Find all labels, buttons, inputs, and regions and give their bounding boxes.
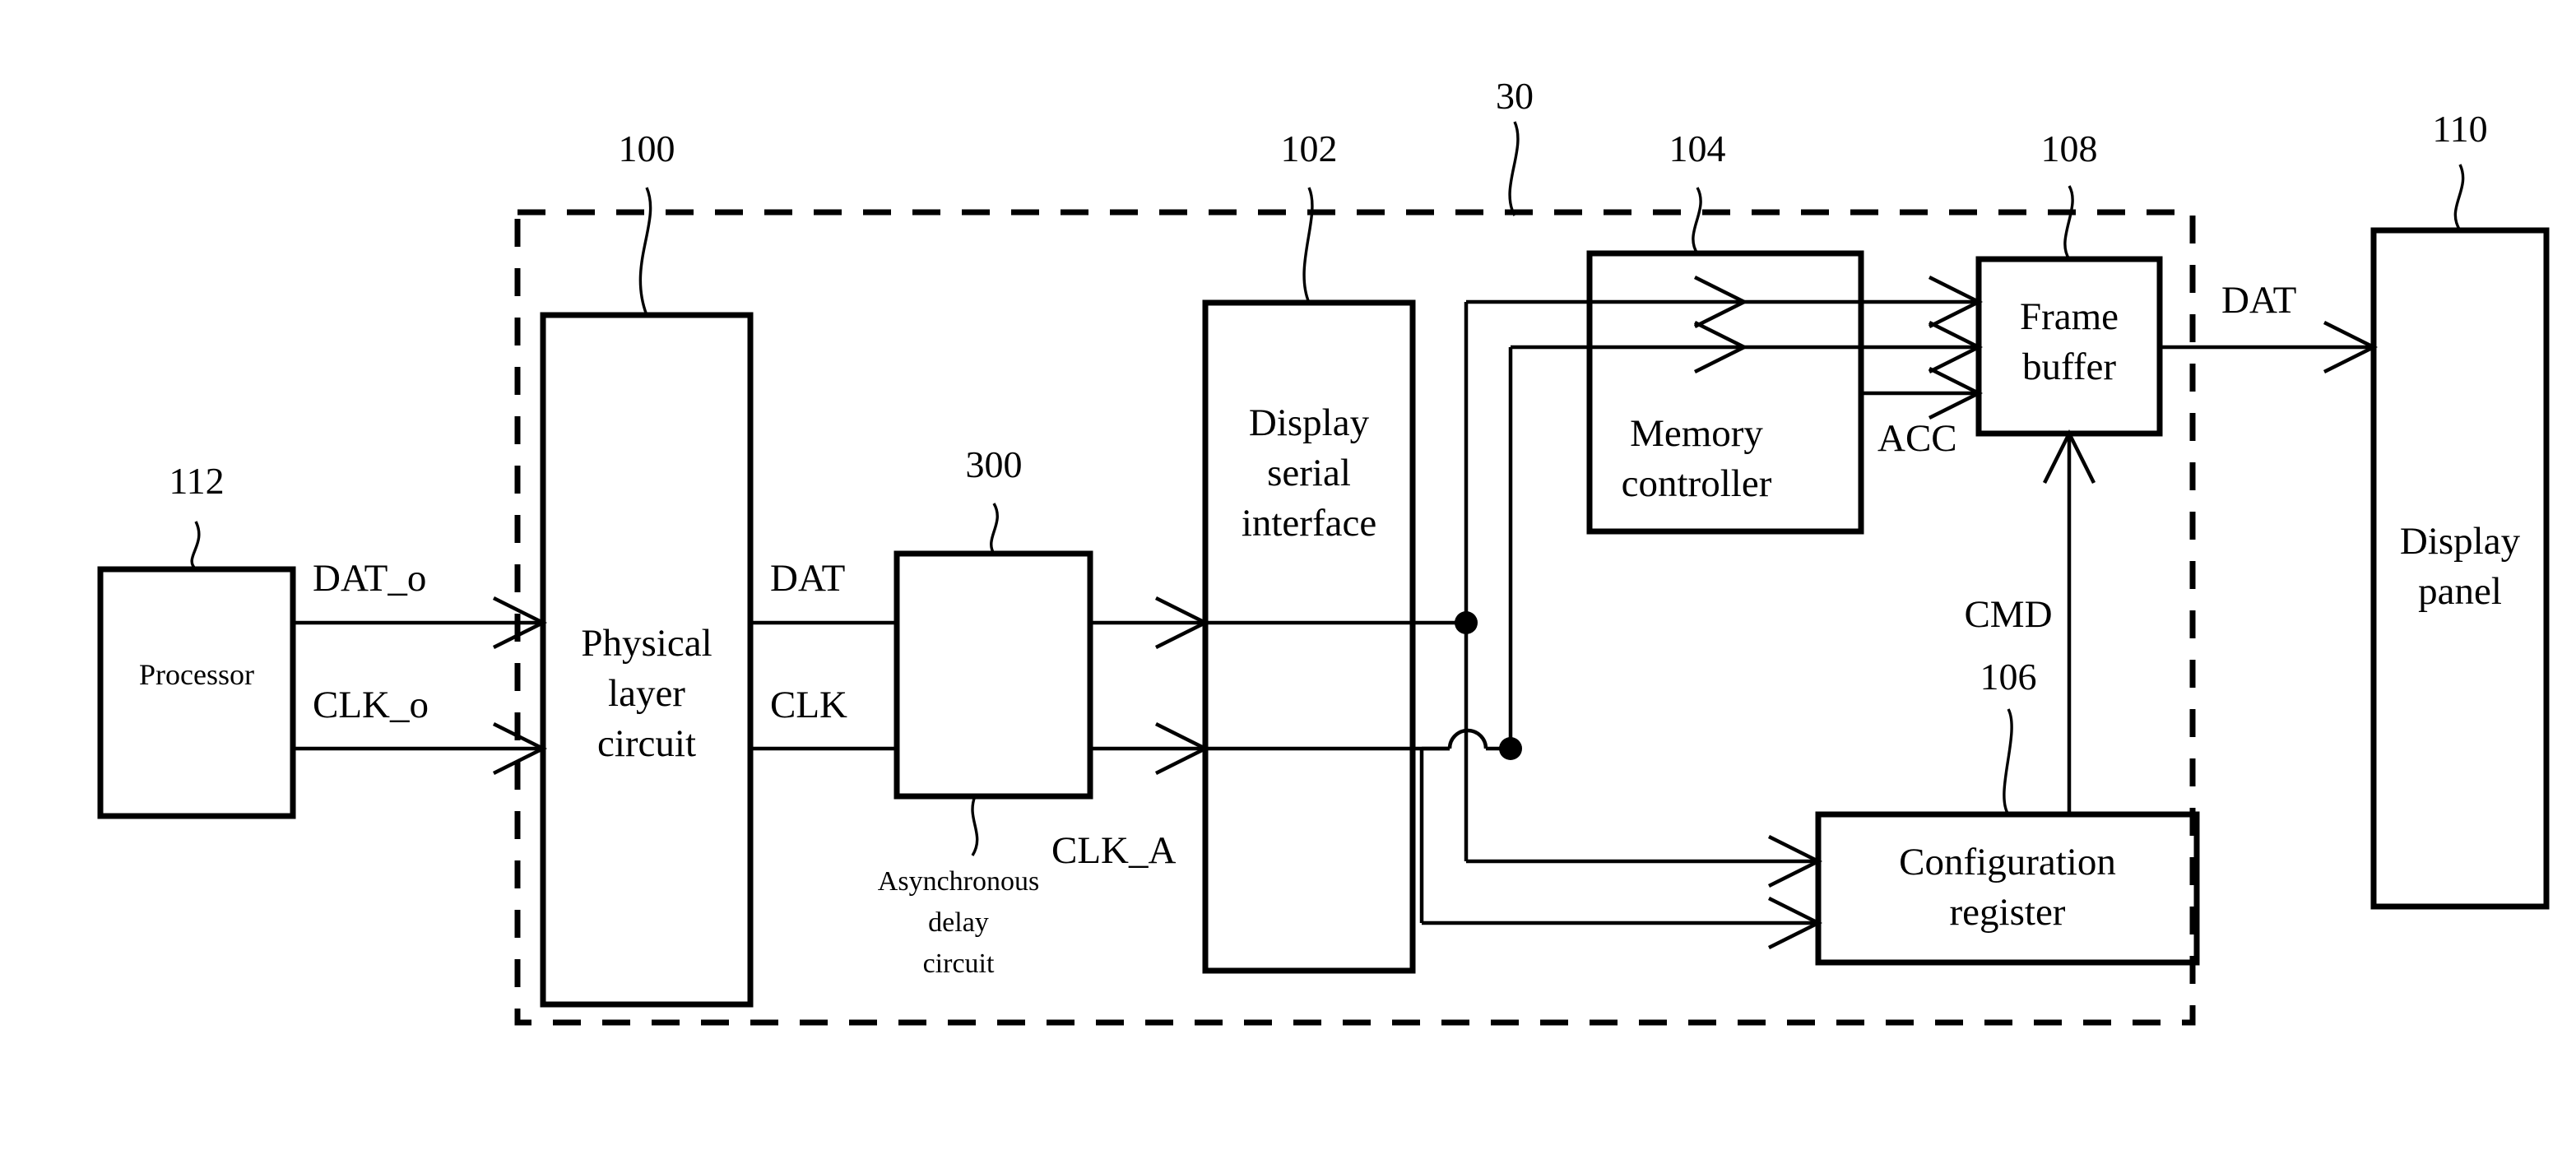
- display-panel-line1: Display: [2400, 520, 2521, 563]
- ref-100: 100: [619, 128, 675, 169]
- frame-buffer-line1: Frame: [2020, 295, 2119, 338]
- display-driver-boundary: [514, 209, 2196, 1026]
- physical-layer-line1: Physical: [581, 622, 712, 665]
- ref-112: 112: [169, 460, 224, 502]
- signal-cmd-label: CMD: [1964, 593, 2052, 636]
- processor-block[interactable]: [97, 566, 296, 819]
- leader-102: [1302, 187, 1314, 304]
- ref-108: 108: [2041, 128, 2098, 169]
- configuration-register-block[interactable]: [1815, 811, 2200, 966]
- processor-label: Processor: [139, 658, 254, 691]
- frame-buffer-line2: buffer: [2022, 345, 2116, 388]
- memory-controller-line1: Memory: [1630, 412, 1763, 455]
- signal-clk-o-label: CLK_o: [313, 684, 429, 726]
- diagram-canvas: Processor Physical layer circuit Display…: [97, 75, 2550, 1026]
- display-panel-block[interactable]: [2370, 227, 2550, 910]
- delay-note-line3: circuit: [923, 948, 995, 979]
- config-register-line1: Configuration: [1899, 841, 2116, 883]
- leader-300-note: [971, 795, 979, 856]
- delay-note-line2: delay: [928, 907, 989, 938]
- dsi-line3: interface: [1242, 502, 1376, 545]
- patent-figure: Processor Physical layer circuit Display…: [0, 0, 2576, 1164]
- dsi-line2: serial: [1267, 452, 1351, 494]
- signal-dat-label: DAT: [770, 557, 845, 600]
- leader-110: [2453, 164, 2465, 231]
- ref-104: 104: [1669, 128, 1726, 169]
- ref-30: 30: [1496, 75, 1534, 117]
- config-register-line2: register: [1950, 891, 2066, 934]
- memory-controller-line2: controller: [1622, 462, 1772, 505]
- display-panel-line2: panel: [2418, 570, 2502, 613]
- ref-300: 300: [966, 443, 1023, 485]
- signal-clk-a-label: CLK_A: [1051, 829, 1177, 872]
- ref-110: 110: [2432, 108, 2487, 150]
- ref-102: 102: [1281, 128, 1338, 169]
- leader-112: [190, 521, 201, 571]
- signal-clk-label: CLK: [770, 684, 847, 726]
- signal-dat-out-label: DAT: [2221, 279, 2296, 322]
- dsi-line1: Display: [1249, 401, 1370, 444]
- asynchronous-delay-circuit-block[interactable]: [893, 550, 1093, 800]
- physical-layer-line3: circuit: [597, 722, 696, 765]
- ref-106: 106: [1980, 656, 2037, 698]
- leader-108: [2063, 185, 2074, 260]
- leader-100: [638, 187, 652, 316]
- leader-104: [1692, 187, 1702, 254]
- leader-30: [1508, 121, 1520, 216]
- leader-300: [990, 503, 999, 554]
- signal-acc-label: ACC: [1877, 417, 1957, 460]
- signal-dat-o-label: DAT_o: [313, 557, 426, 600]
- delay-note-line1: Asynchronous: [878, 866, 1039, 897]
- physical-layer-line2: layer: [608, 672, 685, 715]
- leader-106: [2003, 708, 2013, 815]
